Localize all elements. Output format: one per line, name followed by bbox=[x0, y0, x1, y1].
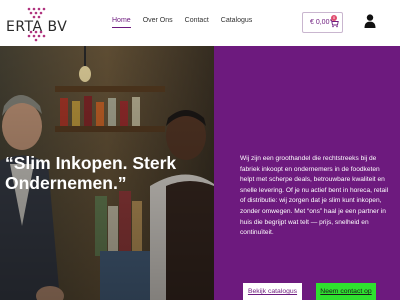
view-catalog-button[interactable]: Bekijk catalogus bbox=[243, 283, 302, 300]
hero-headline: “Slim Inkopen. Sterk Ondernemen.” bbox=[5, 153, 177, 193]
nav-catalogus[interactable]: Catalogus bbox=[221, 17, 253, 28]
logo-text: ERTA BV bbox=[6, 19, 68, 35]
site-header: ERTA BV Home Over Ons Contact Catalogus … bbox=[0, 0, 400, 46]
nav-over-ons[interactable]: Over Ons bbox=[143, 17, 173, 28]
cart-amount: € 0,00 bbox=[310, 19, 330, 26]
nav-contact[interactable]: Contact bbox=[185, 17, 209, 28]
hero-section: “Slim Inkopen. Sterk Ondernemen.” Wij zi… bbox=[0, 46, 400, 300]
contact-button[interactable]: Neem contact op bbox=[316, 283, 376, 300]
nav-home[interactable]: Home bbox=[112, 17, 131, 28]
main-nav: Home Over Ons Contact Catalogus bbox=[112, 17, 264, 28]
logo[interactable]: ERTA BV bbox=[4, 6, 84, 42]
cart-count-badge: 0 bbox=[331, 15, 337, 21]
user-icon[interactable] bbox=[364, 14, 376, 28]
hero-description: Wij zijn een groothandel die rechtstreek… bbox=[240, 155, 389, 237]
cart-button[interactable]: € 0,00 bbox=[302, 12, 343, 33]
